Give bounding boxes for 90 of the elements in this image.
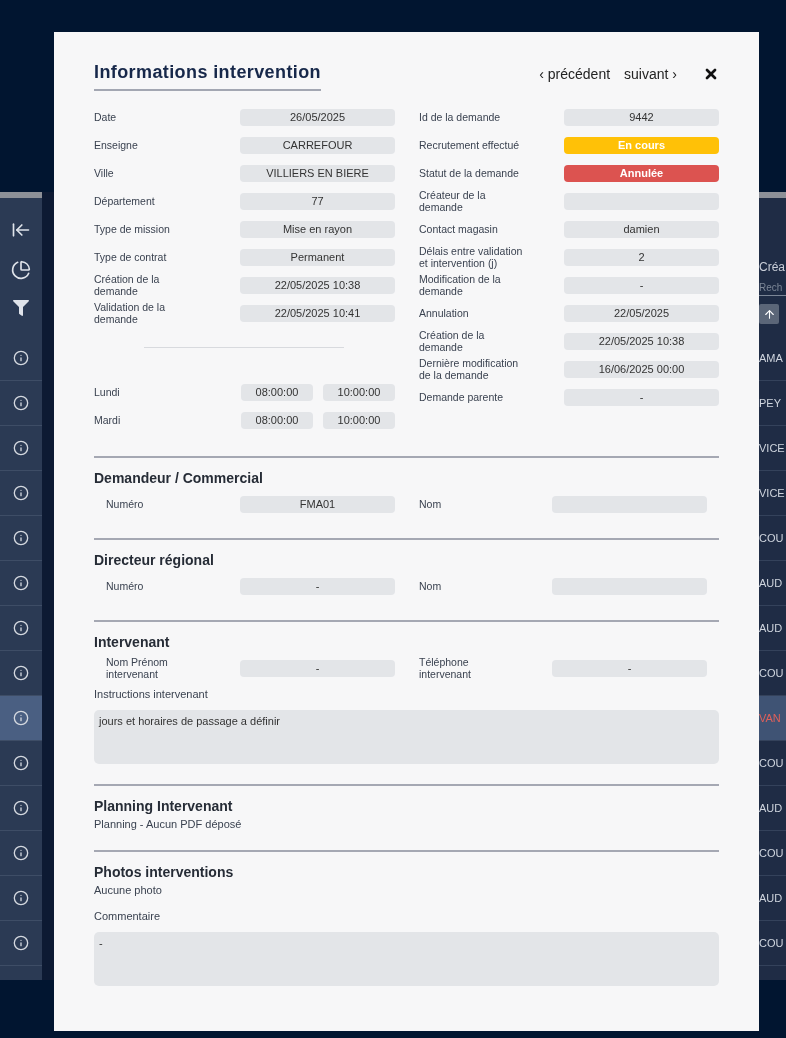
day-label: Lundi <box>94 386 121 398</box>
time-field: 08:00:00 <box>241 411 313 429</box>
info-text: Planning - Aucun PDF déposé <box>94 818 243 830</box>
table-cell: VAN <box>759 696 786 741</box>
field-label: Téléphone intervenant <box>419 656 472 680</box>
section-title: Demandeur / Commercial <box>94 470 264 486</box>
info-icon[interactable] <box>13 890 29 906</box>
field-label: Instructions intervenant <box>94 688 209 700</box>
info-icon[interactable] <box>13 845 29 861</box>
pie-chart-icon[interactable] <box>11 260 31 280</box>
field-label: Recrutement effectué <box>419 139 521 151</box>
value-field: 16/06/2025 00:00 <box>564 360 719 378</box>
field-label: Nom <box>419 498 443 510</box>
value-field: - <box>552 659 707 677</box>
value-field: 77 <box>240 192 395 210</box>
field-label: Modification de la demande <box>419 273 502 297</box>
value-field: Mise en rayon <box>240 220 395 238</box>
section-title: Photos interventions <box>94 864 235 880</box>
column-header: Créa <box>759 260 786 274</box>
field-label: Validation de la demande <box>94 301 167 325</box>
field-label: Nom <box>419 580 443 592</box>
value-field: - <box>564 388 719 406</box>
info-icon[interactable] <box>13 575 29 591</box>
field-label: Commentaire <box>94 910 162 922</box>
text-area: - <box>94 932 719 986</box>
field-label: Numéro <box>105 580 145 592</box>
value-field: - <box>564 276 719 294</box>
info-icon[interactable] <box>13 620 29 636</box>
value-field: damien <box>564 220 719 238</box>
value-field: FMA01 <box>240 495 395 513</box>
value-field: Permanent <box>240 248 395 266</box>
previous-link[interactable]: ‹ précédent <box>539 66 611 82</box>
arrow-up-icon <box>762 307 776 321</box>
field-label: Délais entre validation et intervention (j) <box>419 245 524 269</box>
field-label: Enseigne <box>94 139 139 151</box>
info-icon[interactable] <box>13 800 29 816</box>
field-label: Dernière modification de la demande <box>419 357 520 381</box>
info-text: Aucune photo <box>94 884 163 896</box>
modal-title: Informations intervention <box>94 62 321 91</box>
value-field: 22/05/2025 10:41 <box>240 304 395 322</box>
field-label: Nom Prénom intervenant <box>105 656 169 680</box>
field-label: Type de mission <box>94 223 171 235</box>
info-icon[interactable] <box>13 935 29 951</box>
info-icon[interactable] <box>13 395 29 411</box>
field-label: Département <box>94 195 156 207</box>
info-icon[interactable] <box>13 485 29 501</box>
field-label: Demande parente <box>419 391 505 403</box>
value-field: CARREFOUR <box>240 136 395 154</box>
value-field: 22/05/2025 <box>564 304 719 322</box>
field-label: Ville <box>94 167 115 179</box>
info-icon[interactable] <box>13 710 29 726</box>
field-label: Création de la demande <box>94 273 161 297</box>
info-icon[interactable] <box>13 530 29 546</box>
value-field: - <box>240 577 395 595</box>
field-label: Numéro <box>105 498 145 510</box>
field-label: Créateur de la demande <box>419 189 487 213</box>
next-link[interactable]: suivant › <box>624 66 677 82</box>
filter-icon[interactable] <box>13 300 29 316</box>
info-icon[interactable] <box>13 665 29 681</box>
field-label: Id de la demande <box>419 111 502 123</box>
value-field: 2 <box>564 248 719 266</box>
field-label: Annulation <box>419 307 470 319</box>
sidebar-row[interactable] <box>0 696 42 741</box>
value-field: - <box>240 659 395 677</box>
section-title: Directeur régional <box>94 552 215 568</box>
day-label: Mardi <box>94 414 122 426</box>
value-field: VILLIERS EN BIERE <box>240 164 395 182</box>
field-label: Contact magasin <box>419 223 499 235</box>
info-icon[interactable] <box>13 350 29 366</box>
section-title: Planning Intervenant <box>94 798 234 814</box>
value-field: 22/05/2025 10:38 <box>564 332 719 350</box>
value-field: 22/05/2025 10:38 <box>240 276 395 294</box>
info-icon[interactable] <box>13 440 29 456</box>
collapse-icon[interactable] <box>11 220 31 240</box>
value-field: 9442 <box>564 108 719 126</box>
field-label: Type de contrat <box>94 251 168 263</box>
status-badge: En cours <box>564 136 719 154</box>
status-badge: Annulée <box>564 164 719 182</box>
time-field: 10:00:00 <box>323 383 395 401</box>
text-area: jours et horaires de passage a définir <box>94 710 719 764</box>
info-icon[interactable] <box>13 755 29 771</box>
section-title: Intervenant <box>94 634 171 650</box>
time-field: 08:00:00 <box>241 383 313 401</box>
field-label: Date <box>94 111 118 123</box>
value-field: 26/05/2025 <box>240 108 395 126</box>
sort-button[interactable] <box>759 304 779 324</box>
time-field: 10:00:00 <box>323 411 395 429</box>
close-button[interactable] <box>703 66 719 82</box>
field-label: Statut de la demande <box>419 167 520 179</box>
field-label: Création de la demande <box>419 329 486 353</box>
